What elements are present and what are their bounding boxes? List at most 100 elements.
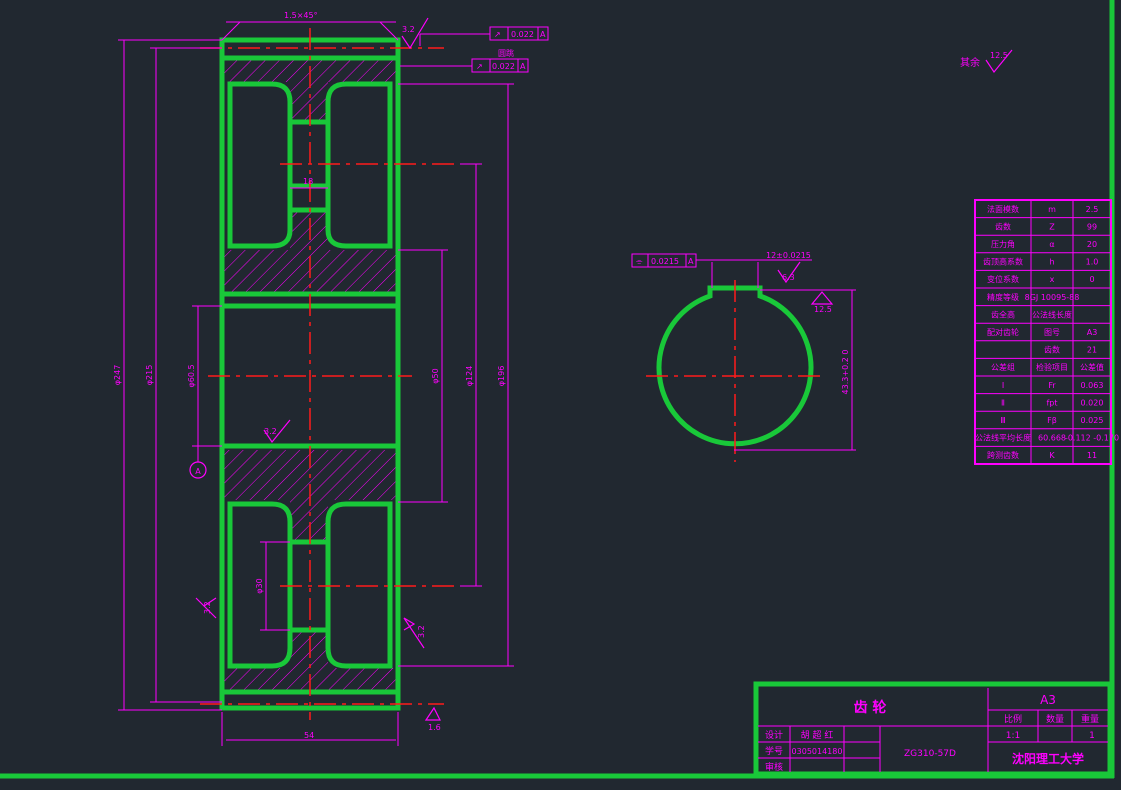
dim-bore: φ60.5	[187, 364, 196, 387]
qty-value: 1	[1089, 731, 1095, 741]
param-cell: 1.0	[1086, 258, 1099, 267]
param-cell: 齿数	[995, 221, 1011, 231]
chamfer-label: 1.5×45°	[284, 11, 318, 20]
dim-da: φ247	[113, 365, 122, 386]
approver-label: 审核	[765, 761, 783, 773]
other-roughness-note: 其余 12.5	[960, 49, 1013, 74]
runout-frame-2: 圆跳 ↗ 0.022 A	[400, 48, 529, 73]
roughness-left-face: 3.2	[203, 601, 212, 614]
param-cell: Fr	[1048, 381, 1056, 390]
symmetry-datum: A	[688, 257, 694, 266]
symmetry-value: 0.0215	[651, 257, 679, 266]
key-side-roughness: 12.5	[814, 305, 832, 314]
param-cell: 精度等级	[987, 292, 1019, 302]
datum-a-label: A	[195, 467, 201, 476]
runout-2-value: 0.022	[492, 62, 515, 71]
dim-face-width: 54	[304, 731, 314, 740]
checker-label: 学号	[765, 745, 783, 757]
gear-parameter-table: 法面模数 m 2.5 齿数 Z 99 压力角 α 20 齿顶高系数 h 1.0 变位系数 x 0 精度等级 8G…	[974, 199, 1119, 465]
param-cell: 21	[1087, 346, 1097, 355]
other-roughness-label: 其余	[960, 56, 980, 69]
param-cell: 检验项目	[1036, 362, 1068, 372]
param-cell: Ⅰ	[1002, 381, 1004, 390]
param-cell: 齿数	[1044, 345, 1060, 355]
param-cell: 60.668	[1038, 434, 1066, 443]
param-cell: 0.025	[1081, 416, 1104, 425]
param-cell: 0.063	[1081, 381, 1104, 390]
other-roughness-value: 12.5	[990, 51, 1008, 60]
param-cell: fpt	[1046, 398, 1057, 407]
runout-top-datum: A	[540, 30, 546, 39]
drawing-border	[0, 0, 1115, 779]
dim-web-hole: φ30	[255, 578, 264, 593]
param-cell: 99	[1087, 222, 1097, 231]
cad-drawing-canvas: 1.5×45° φ247 φ215 φ60.5 φ50 φ124 φ196 54…	[0, 0, 1121, 786]
param-cell: m	[1048, 205, 1056, 214]
param-cell: 图号	[1044, 328, 1060, 337]
runout-2-datum: A	[520, 62, 526, 71]
param-cell: 20	[1087, 240, 1097, 249]
param-cell: Fβ	[1047, 416, 1057, 425]
scale-value: 1:1	[1006, 731, 1020, 741]
col-qty-label: 数量	[1046, 713, 1064, 725]
dim-rim: φ196	[497, 366, 506, 387]
param-cell: 0.020	[1081, 398, 1104, 407]
dim-web: 18	[303, 177, 313, 186]
drawing-number: ZG310-57D	[904, 749, 956, 759]
designer-label: 设计	[765, 729, 783, 741]
roughness-top: 3.2	[402, 25, 415, 34]
param-cell: h	[1049, 258, 1054, 267]
datum-a-symbol: A	[189, 446, 207, 479]
col-weight-label: 重量	[1081, 713, 1099, 725]
svg-text:↗: ↗	[494, 30, 501, 39]
dim-hub: φ50	[431, 368, 440, 383]
param-cell: Ⅲ	[1000, 416, 1006, 425]
roughness-bore: 3.2	[264, 427, 277, 436]
param-cell: 变位系数	[987, 274, 1019, 284]
roughness-values: 3.2 3.2 3.2 3.2 1.6	[203, 25, 441, 732]
param-cell: α	[1049, 240, 1054, 249]
param-cell: 公法线长度	[1032, 309, 1072, 319]
param-cell: Z	[1049, 222, 1055, 231]
param-cell: 压力角	[991, 239, 1015, 249]
param-cell: 齿顶高系数	[983, 257, 1023, 267]
title-block: 齿 轮 A3 比例 数量 重量 1:1 1 设计 胡 超 红 学号 030501…	[753, 681, 1113, 777]
student-id: 0305014180	[792, 747, 843, 756]
svg-text:↗: ↗	[476, 62, 483, 71]
svg-text:⌯: ⌯	[636, 257, 643, 266]
param-cell: 11	[1087, 451, 1097, 460]
runout-2-note: 圆跳	[498, 48, 514, 58]
dim-df: φ215	[145, 365, 154, 386]
dim-hole-circle: φ124	[465, 366, 474, 387]
param-cell: 法面模数	[987, 204, 1019, 214]
gear-section-view: 1.5×45° φ247 φ215 φ60.5 φ50 φ124 φ196 54…	[113, 11, 549, 746]
keyway-roughness: 6.3	[782, 273, 795, 282]
param-cell: 公差值	[1080, 362, 1104, 372]
keyway-width-dim: 12±0.0215	[766, 251, 811, 260]
param-cell: 0	[1089, 275, 1094, 284]
col-scale-label: 比例	[1004, 713, 1022, 725]
roughness-bottom: 1.6	[428, 723, 441, 732]
keyway-view: 12±0.0215 43.3+0.2 0 ⌯ 0.0215 A 6.3 12.5	[631, 251, 856, 462]
part-name: 齿 轮	[854, 699, 887, 716]
param-cell: 跨测齿数	[987, 450, 1019, 460]
designer-name: 胡 超 红	[801, 729, 834, 741]
param-cell: 公差组	[991, 362, 1015, 372]
param-cell: 配对齿轮	[987, 327, 1019, 337]
roughness-right-face: 3.2	[417, 625, 426, 638]
gear-drawing: 1.5×45° φ247 φ215 φ60.5 φ50 φ124 φ196 54…	[0, 0, 1119, 779]
param-cell: 8GJ 10095-88	[1025, 293, 1080, 302]
param-cell: -0.112 -0.170	[1065, 434, 1119, 443]
param-cell: 2.5	[1086, 205, 1099, 214]
param-cell: K	[1049, 451, 1055, 460]
param-cell: 公法线平均长度	[975, 433, 1031, 443]
param-cell: A3	[1087, 328, 1098, 337]
runout-top-value: 0.022	[511, 30, 534, 39]
param-cell: 齿全高	[991, 309, 1015, 319]
param-cell: Ⅱ	[1001, 398, 1005, 407]
keyway-depth-dim: 43.3+0.2 0	[841, 350, 850, 395]
param-cell: x	[1050, 275, 1055, 284]
runout-frame-top: ↗ 0.022 A	[419, 26, 549, 46]
organization: 沈阳理工大学	[1012, 751, 1084, 766]
sheet-size: A3	[1040, 693, 1056, 707]
